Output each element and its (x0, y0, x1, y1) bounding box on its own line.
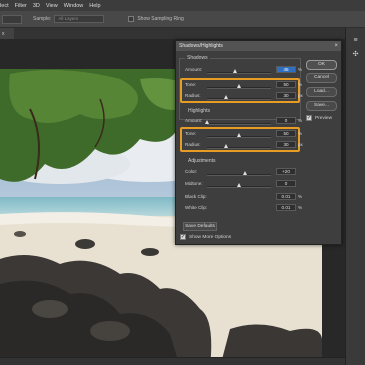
midtone-input[interactable]: 0 (276, 180, 296, 187)
cancel-button[interactable]: Cancel (306, 73, 337, 83)
slider-knob[interactable] (236, 84, 241, 88)
preview-label: Preview (315, 115, 333, 121)
black-clip-row: Black Clip: 0.01 % (185, 193, 303, 203)
highlights-amount-unit: % (298, 118, 303, 123)
shadows-amount-input[interactable]: 45 (276, 66, 296, 73)
shadows-radius-input[interactable]: 30 (276, 92, 296, 99)
shadows-tone-row: Tone: 50 % (185, 81, 303, 91)
menu-window[interactable]: Window (64, 3, 84, 9)
properties-panel-icon[interactable]: ≡ (350, 36, 361, 46)
tool-preset-picker[interactable] (2, 14, 22, 24)
close-icon[interactable]: × (334, 41, 338, 51)
white-clip-label: White Clip: (185, 205, 208, 210)
white-clip-unit: % (298, 205, 303, 210)
document-tab[interactable]: x (0, 28, 14, 39)
shadows-tone-unit: % (298, 82, 303, 87)
shadows-amount-label: Amount: (185, 67, 203, 72)
ok-button[interactable]: OK (306, 60, 337, 70)
right-panel-dock: ≡ ✣ (345, 28, 365, 365)
show-more-options-checkbox[interactable]: ✓ (180, 234, 186, 240)
highlights-radius-row: Radius: 30 px (185, 141, 303, 151)
shadows-radius-slider[interactable] (207, 95, 271, 100)
highlights-amount-row: Amount: 0 % (185, 117, 303, 127)
highlights-tone-label: Tone: (185, 131, 197, 136)
shadows-highlights-dialog: Shadows/Highlights × Shadows Amount: 45 … (175, 40, 342, 245)
highlights-group-title: Highlights (188, 108, 210, 114)
menu-3d[interactable]: 3D (33, 3, 40, 9)
shadows-tone-label: Tone: (185, 82, 197, 87)
document-tab-strip: x (0, 28, 345, 39)
load-button[interactable]: Load... (306, 87, 337, 97)
menu-view[interactable]: View (46, 3, 58, 9)
highlights-radius-label: Radius: (185, 142, 201, 147)
highlights-tone-slider[interactable] (207, 133, 271, 138)
color-label: Color: (185, 169, 198, 174)
menu-bar: elect Filter 3D View Window Help (0, 0, 365, 11)
slider-knob[interactable] (223, 144, 228, 148)
options-bar: Sample: All Layers Show Sampling Ring (0, 11, 365, 28)
save-button[interactable]: Save... (306, 101, 337, 111)
highlights-tone-unit: % (298, 131, 303, 136)
black-clip-label: Black Clip: (185, 194, 207, 199)
highlights-amount-input[interactable]: 0 (276, 117, 296, 124)
show-more-options-label: Show More Options (189, 234, 232, 240)
midtone-slider[interactable] (207, 183, 271, 188)
highlights-tone-input[interactable]: 50 (276, 130, 296, 137)
menu-help[interactable]: Help (89, 3, 100, 9)
shadows-radius-label: Radius: (185, 93, 201, 98)
black-clip-unit: % (298, 194, 303, 199)
color-row: Color: +20 (185, 168, 303, 178)
preview-checkbox[interactable]: ✓ (306, 115, 312, 121)
slider-knob[interactable] (236, 183, 241, 187)
midtone-row: Midtone: 0 (185, 180, 303, 190)
shadows-group-title: Shadows (185, 55, 210, 61)
slider-knob[interactable] (236, 133, 241, 137)
highlights-amount-label: Amount: (185, 118, 203, 123)
save-defaults-button[interactable]: Save Defaults (183, 222, 217, 231)
slider-knob[interactable] (233, 69, 238, 73)
slider-knob[interactable] (242, 171, 247, 175)
sample-label: Sample: (33, 16, 52, 22)
menu-filter[interactable]: Filter (15, 3, 27, 9)
shadows-radius-row: Radius: 30 px (185, 92, 303, 102)
slider-knob[interactable] (204, 120, 209, 124)
shadows-amount-row: Amount: 45 % (185, 66, 303, 76)
shadows-amount-slider[interactable] (207, 69, 271, 74)
sample-select[interactable]: All Layers (54, 15, 105, 23)
shadows-amount-unit: % (298, 67, 303, 72)
highlights-tone-row: Tone: 50 % (185, 130, 303, 140)
slider-knob[interactable] (223, 95, 228, 99)
app-window: elect Filter 3D View Window Help Sample:… (0, 0, 365, 365)
white-clip-input[interactable]: 0.01 (276, 204, 296, 211)
adjustments-panel-icon[interactable]: ✣ (350, 50, 361, 60)
tab-close-label[interactable]: x (2, 31, 5, 37)
preview-row: ✓ Preview (306, 115, 332, 121)
highlights-radius-unit: px (298, 142, 303, 147)
midtone-label: Midtone: (185, 181, 203, 186)
highlights-radius-input[interactable]: 30 (276, 141, 296, 148)
highlights-radius-slider[interactable] (207, 144, 271, 149)
adjustments-group-title: Adjustments (188, 158, 216, 164)
shadows-radius-unit: px (298, 93, 303, 98)
shadows-tone-slider[interactable] (207, 84, 271, 89)
black-clip-input[interactable]: 0.01 (276, 193, 296, 200)
status-bar (0, 357, 345, 365)
show-more-options-row: ✓ Show More Options (180, 234, 231, 240)
show-sampling-ring-label: Show Sampling Ring (137, 16, 184, 22)
white-clip-row: White Clip: 0.01 % (185, 204, 303, 214)
shadows-tone-input[interactable]: 50 (276, 81, 296, 88)
highlights-amount-slider[interactable] (204, 120, 271, 125)
dialog-title: Shadows/Highlights (176, 41, 341, 51)
color-slider[interactable] (207, 171, 271, 176)
show-sampling-ring-checkbox[interactable] (128, 16, 135, 22)
menu-select[interactable]: elect (0, 3, 9, 9)
color-input[interactable]: +20 (276, 168, 296, 175)
